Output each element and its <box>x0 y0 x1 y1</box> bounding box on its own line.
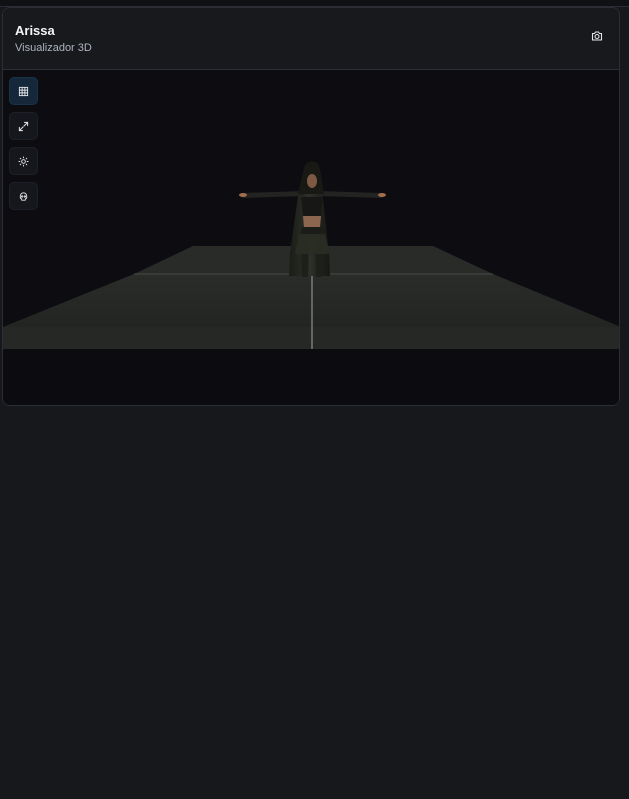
lighting-button[interactable] <box>9 147 38 175</box>
grid-toggle-button[interactable] <box>9 77 38 105</box>
viewer-subtitle: Visualizador 3D <box>15 42 92 54</box>
floor-front-shadow <box>3 349 619 405</box>
3d-scene[interactable] <box>3 70 620 406</box>
app-page: Arissa Visualizador 3D <box>0 0 629 799</box>
character-left-hand <box>239 193 247 197</box>
camera-icon <box>591 31 603 41</box>
viewer-toolbar <box>9 77 38 210</box>
viewer-card: Arissa Visualizador 3D <box>2 7 620 406</box>
grid-icon <box>18 86 29 96</box>
expand-icon <box>18 121 29 131</box>
snapshot-button[interactable] <box>587 26 607 46</box>
skull-icon <box>19 191 28 201</box>
viewer-header: Arissa Visualizador 3D <box>3 8 619 70</box>
3d-viewport[interactable] <box>3 70 620 406</box>
model-title: Arissa <box>15 23 55 38</box>
fullscreen-button[interactable] <box>9 112 38 140</box>
character-face <box>307 174 317 188</box>
character-top <box>301 197 323 216</box>
sun-icon <box>18 155 29 167</box>
character-waist-cloth <box>295 234 330 254</box>
skeleton-button[interactable] <box>9 182 38 210</box>
top-border <box>0 0 629 7</box>
character-right-hand <box>378 193 386 197</box>
character-torso <box>303 216 321 227</box>
